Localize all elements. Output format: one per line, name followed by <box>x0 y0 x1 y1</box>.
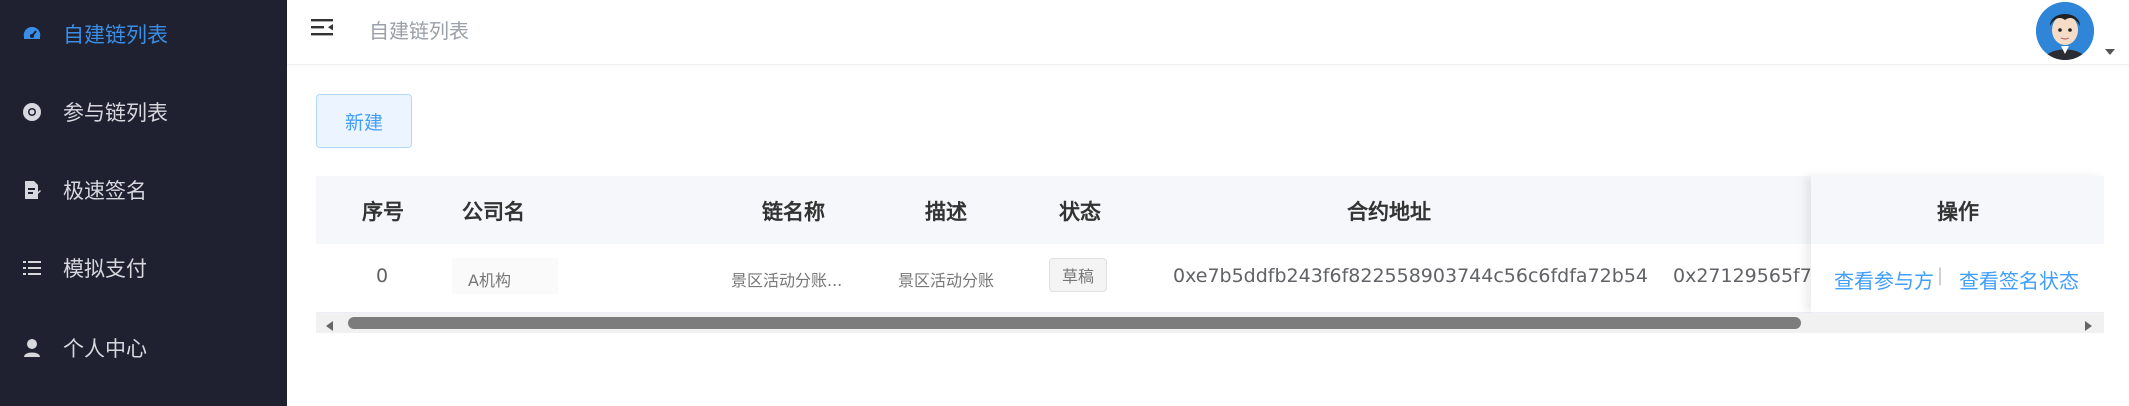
sidebar-item-label: 参与链列表 <box>63 101 168 125</box>
column-header-index: 序号 <box>362 200 404 224</box>
dashboard-icon <box>20 22 44 46</box>
sidebar-item-profile[interactable]: 个人中心 <box>0 318 287 378</box>
sidebar-item-joined-chains[interactable]: 参与链列表 <box>0 82 287 142</box>
avatar[interactable] <box>2036 2 2094 60</box>
sidebar-item-label: 模拟支付 <box>63 257 147 281</box>
sidebar-item-label: 自建链列表 <box>63 23 168 47</box>
chrome-icon <box>20 100 44 124</box>
document-edit-icon <box>20 178 44 202</box>
sidebar-item-fast-sign[interactable]: 极速签名 <box>0 160 287 220</box>
sidebar-item-label: 极速签名 <box>63 179 147 203</box>
view-participants-link[interactable]: 查看参与方 <box>1834 265 1934 294</box>
scrollbar-thumb[interactable] <box>348 317 1801 329</box>
column-header-actions: 操作 <box>1937 200 1979 224</box>
column-header-company: 公司名 <box>462 200 525 224</box>
top-header: 自建链列表 <box>287 0 2129 65</box>
column-header-status: 状态 <box>1059 200 1101 224</box>
actions-cell: 查看参与方 | 查看签名状态 <box>1811 244 2104 313</box>
menu-fold-icon[interactable] <box>310 16 336 40</box>
sidebar-item-label: 个人中心 <box>63 337 147 361</box>
cell-company: A机构 <box>468 271 511 290</box>
user-icon <box>20 336 44 360</box>
scroll-left-arrow-icon[interactable] <box>324 317 336 331</box>
actions-header: 操作 <box>1811 176 2104 244</box>
fixed-actions-column: 操作 查看参与方 | 查看签名状态 <box>1811 176 2104 313</box>
sidebar: 自建链列表 参与链列表 极速签名 模拟支付 个人中心 <box>0 0 287 406</box>
cell-description: 景区活动分账 <box>898 271 995 290</box>
cell-index: 0 <box>376 265 389 287</box>
column-header-contract-address: 合约地址 <box>1347 200 1431 224</box>
list-icon <box>20 256 44 280</box>
new-button[interactable]: 新建 <box>316 94 412 148</box>
column-header-description: 描述 <box>925 200 967 224</box>
chain-table: 序号 公司名 链名称 描述 状态 合约地址 0 A机构 景区活动分账... 景区… <box>316 176 2104 334</box>
horizontal-scrollbar[interactable] <box>316 313 2104 333</box>
scroll-right-arrow-icon[interactable] <box>2082 317 2094 331</box>
caret-down-icon[interactable] <box>2105 41 2115 55</box>
sidebar-item-mock-payment[interactable]: 模拟支付 <box>0 238 287 298</box>
cell-chain-name: 景区活动分账... <box>731 271 843 290</box>
sidebar-item-self-built-chains[interactable]: 自建链列表 <box>0 4 287 64</box>
cell-contract-address: 0xe7b5ddfb243f6f822558903744c56c6fdfa72b… <box>1173 265 1648 287</box>
action-separator: | <box>1937 265 1944 286</box>
column-header-chain-name: 链名称 <box>762 200 825 224</box>
status-badge: 草稿 <box>1049 258 1107 292</box>
breadcrumb-title: 自建链列表 <box>369 19 469 43</box>
view-sign-status-link[interactable]: 查看签名状态 <box>1959 265 2079 294</box>
